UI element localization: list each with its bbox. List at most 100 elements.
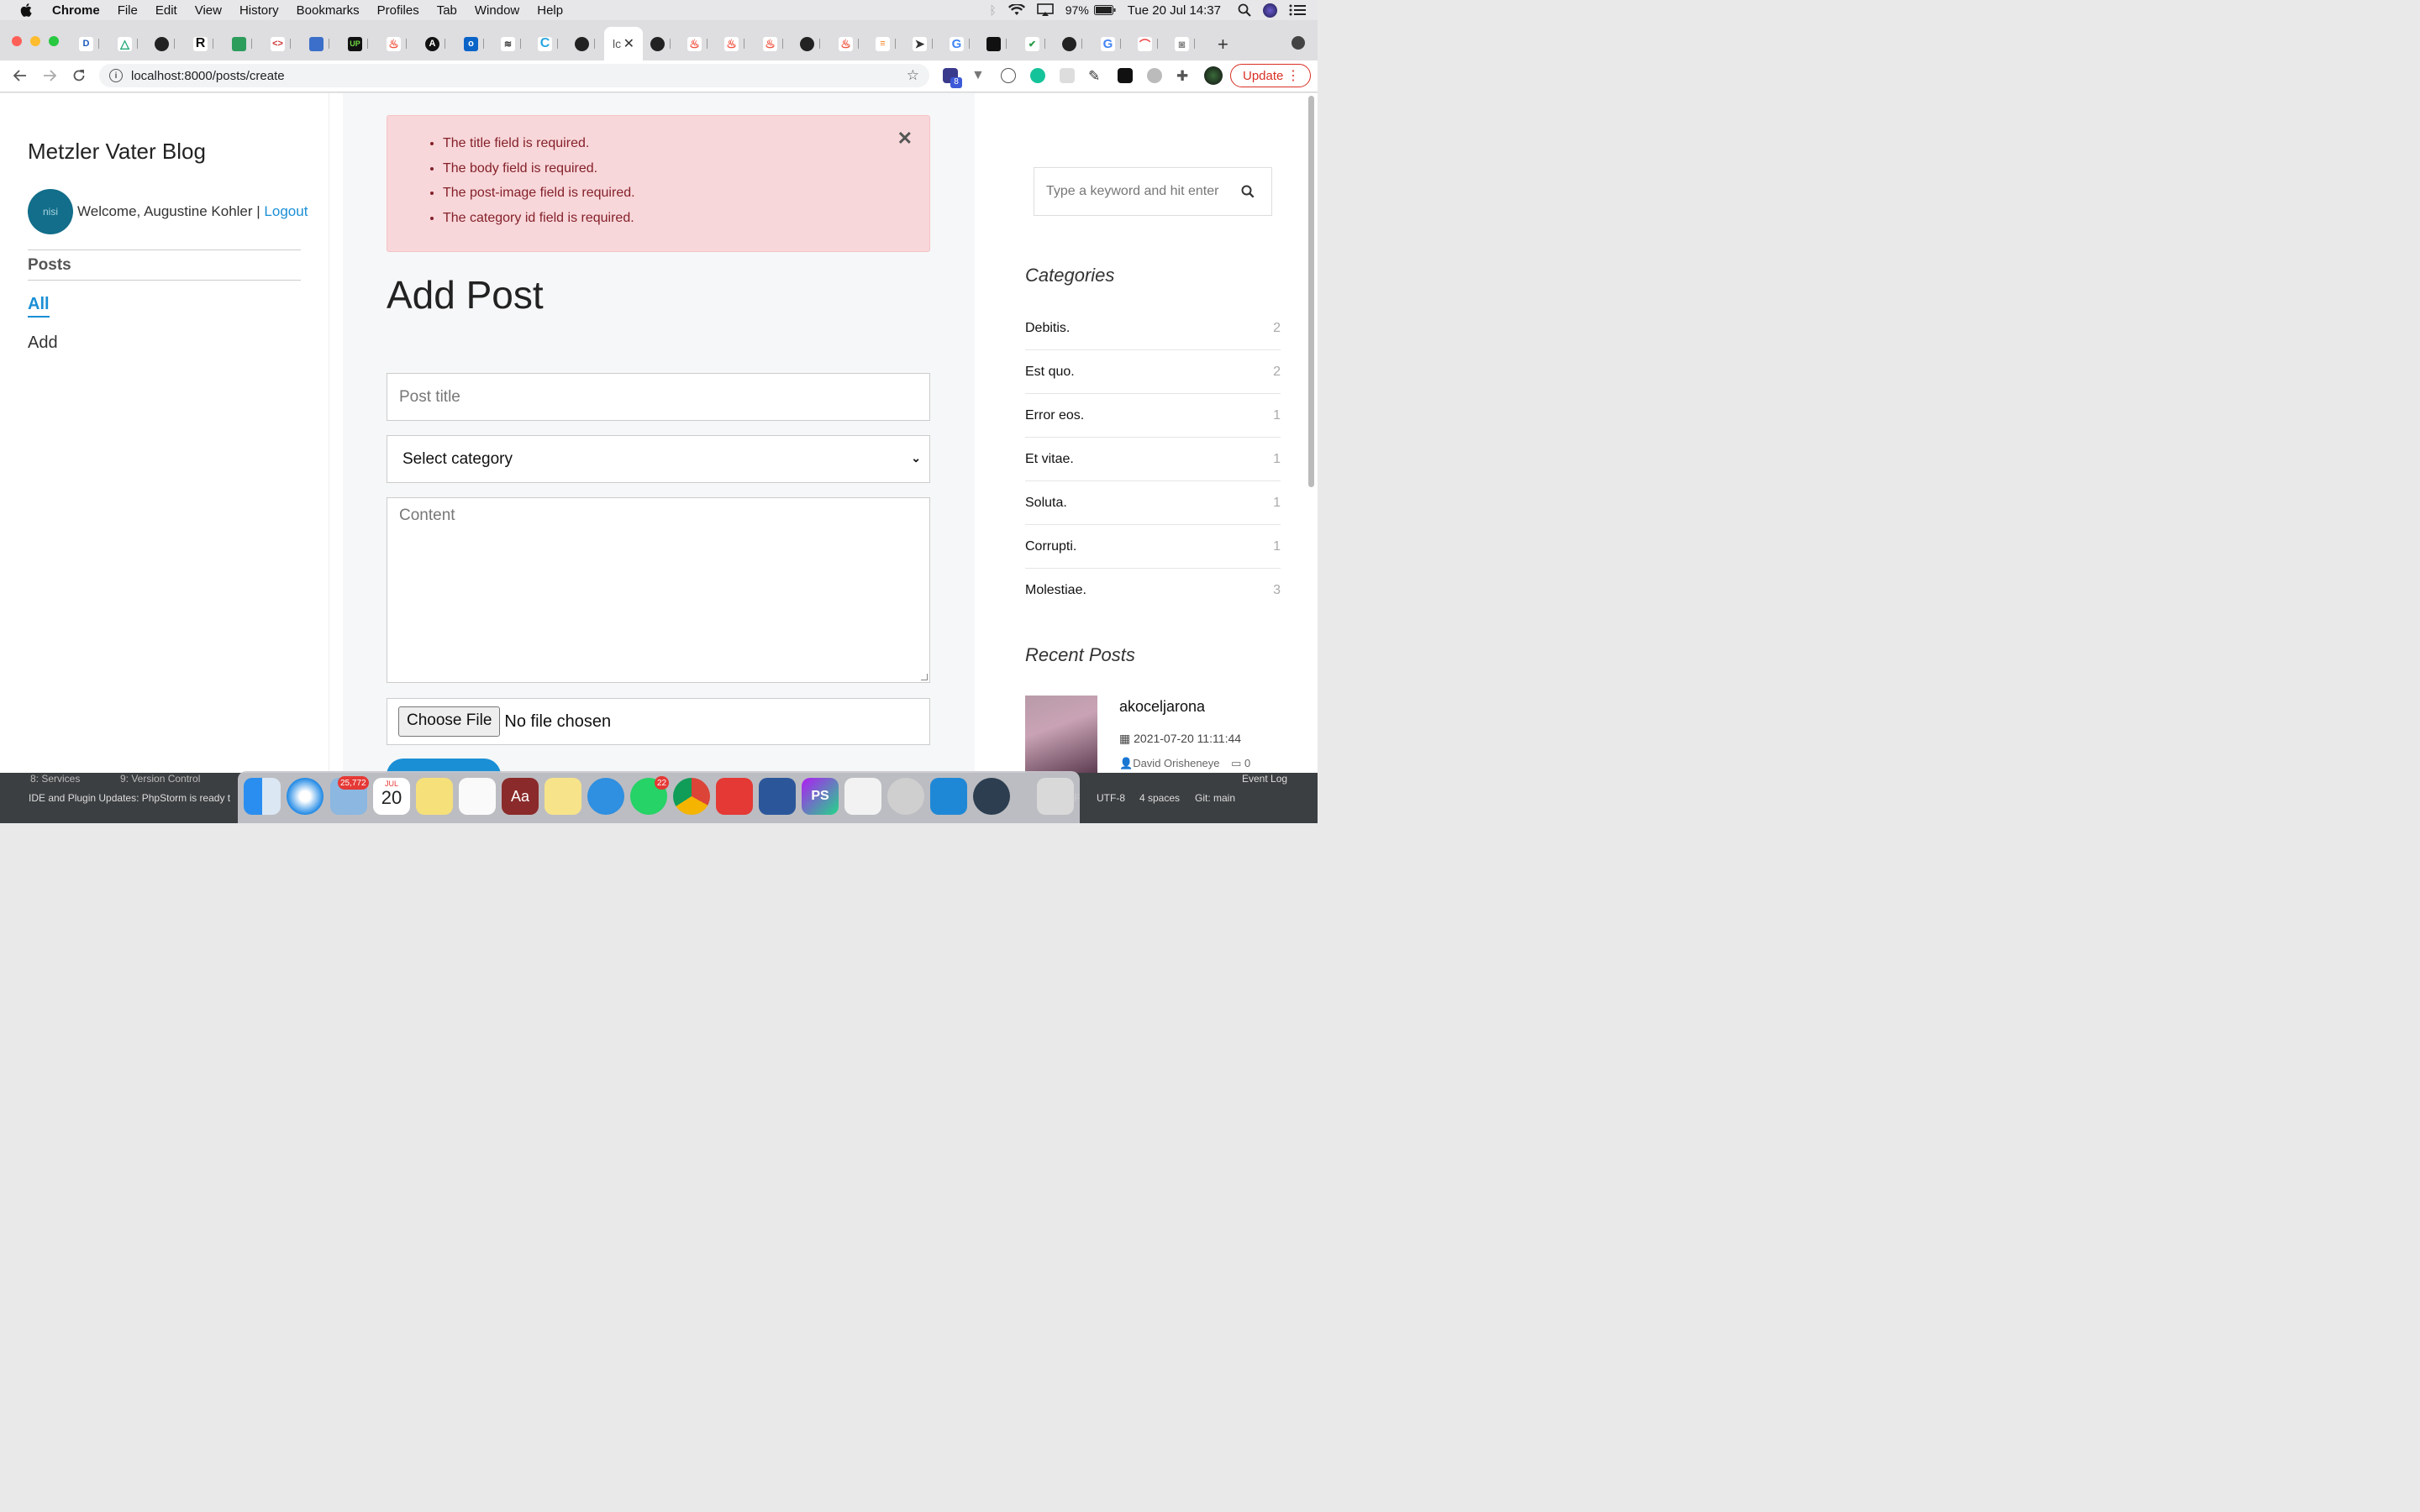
tab-search-icon[interactable] — [1292, 36, 1305, 50]
tab-close-icon[interactable]: ✕ — [623, 35, 634, 52]
dictionary-icon[interactable]: Aa — [502, 778, 539, 815]
ide-event-log[interactable]: Event Log — [1242, 773, 1287, 785]
category-item[interactable]: Soluta. 1 — [1025, 481, 1281, 525]
extension-v-icon[interactable]: ▼ — [971, 68, 986, 83]
update-button[interactable]: Update ⋮ — [1230, 64, 1311, 87]
bluetooth-icon[interactable]: ᛒ — [989, 3, 996, 17]
menu-tab[interactable]: Tab — [437, 3, 457, 18]
profile-avatar-icon[interactable] — [1204, 66, 1223, 85]
browser-tab[interactable] — [986, 34, 1015, 54]
browser-tab[interactable] — [232, 34, 260, 54]
battery-icon[interactable] — [1093, 5, 1116, 15]
browser-tab[interactable] — [155, 34, 183, 54]
safari-icon[interactable] — [287, 778, 324, 815]
spotlight-search-icon[interactable] — [1238, 3, 1251, 17]
choose-file-button[interactable]: Choose File — [398, 706, 501, 737]
pdf-icon[interactable] — [716, 778, 753, 815]
browser-tab[interactable]: ♨ — [724, 34, 753, 54]
extension-gray-icon[interactable] — [1060, 68, 1075, 83]
browser-tab[interactable]: D — [79, 34, 108, 54]
menu-history[interactable]: History — [239, 3, 279, 18]
new-tab-button[interactable]: + — [1218, 34, 1228, 55]
phpstorm-icon[interactable]: PS — [802, 778, 839, 815]
browser-tab[interactable]: UP — [348, 34, 376, 54]
window-close-button[interactable] — [12, 36, 22, 46]
browser-tab[interactable]: ✔ — [1025, 34, 1054, 54]
pencil-icon[interactable]: ✎ — [1088, 68, 1103, 84]
grammarly-icon[interactable] — [1030, 68, 1045, 83]
extension-code-icon[interactable] — [1001, 68, 1016, 83]
notification-center-icon[interactable] — [1289, 4, 1306, 16]
category-item[interactable]: Molestiae. 3 — [1025, 569, 1281, 612]
browser-tab[interactable]: ◙ — [1175, 34, 1203, 54]
browser-tab[interactable] — [650, 34, 679, 54]
menu-help[interactable]: Help — [537, 3, 563, 18]
window-maximize-button[interactable] — [49, 36, 59, 46]
quicktime-icon[interactable] — [973, 778, 1010, 815]
notes-icon[interactable] — [416, 778, 453, 815]
menu-file[interactable]: File — [118, 3, 138, 18]
forward-icon[interactable] — [41, 67, 58, 84]
vscode-icon[interactable] — [930, 778, 967, 815]
textedit-icon[interactable] — [844, 778, 881, 815]
logout-link[interactable]: Logout — [264, 203, 308, 219]
apple-icon[interactable] — [18, 2, 35, 18]
reminders-icon[interactable] — [459, 778, 496, 815]
category-name[interactable]: Debitis. — [1025, 321, 1070, 336]
browser-tab[interactable]: C — [538, 34, 566, 54]
sequel-icon[interactable] — [887, 778, 924, 815]
category-item[interactable]: Corrupti. 1 — [1025, 525, 1281, 569]
menu-edit[interactable]: Edit — [155, 3, 177, 18]
active-browser-tab[interactable]: lc ✕ — [604, 27, 643, 60]
search-input[interactable]: Type a keyword and hit enter — [1034, 167, 1272, 216]
simplenote-icon[interactable] — [587, 778, 624, 815]
category-select[interactable]: Select category ⌄ — [387, 435, 930, 483]
category-item[interactable]: Error eos. 1 — [1025, 394, 1281, 438]
browser-tab[interactable]: ≡ — [876, 34, 904, 54]
browser-tab[interactable]: A — [425, 34, 454, 54]
category-name[interactable]: Soluta. — [1025, 496, 1067, 511]
browser-tab[interactable]: o — [464, 34, 492, 54]
ide-services-tab[interactable]: 8: Services — [30, 773, 80, 785]
browser-tab[interactable]: ♨ — [839, 34, 867, 54]
category-name[interactable]: Et vitae. — [1025, 452, 1074, 467]
page-scrollbar[interactable] — [1308, 96, 1314, 487]
ide-encoding[interactable]: UTF-8 — [1097, 792, 1125, 804]
browser-tab[interactable]: <> — [271, 34, 299, 54]
recent-post-thumbnail[interactable] — [1025, 696, 1097, 773]
recent-post-title[interactable]: akoceljarona — [1119, 698, 1205, 716]
content-textarea[interactable]: Content — [387, 497, 930, 683]
browser-tab[interactable] — [1062, 34, 1091, 54]
browser-tab[interactable]: ♨ — [763, 34, 792, 54]
word-icon[interactable] — [759, 778, 796, 815]
airplay-icon[interactable] — [1036, 3, 1054, 17]
category-item[interactable]: Et vitae. 1 — [1025, 438, 1281, 481]
menu-view[interactable]: View — [195, 3, 222, 18]
browser-tab[interactable]: ≋ — [501, 34, 529, 54]
browser-tab[interactable]: ♨ — [387, 34, 415, 54]
search-icon[interactable] — [1241, 185, 1255, 198]
back-icon[interactable] — [12, 67, 29, 84]
category-item[interactable]: Est quo. 2 — [1025, 350, 1281, 394]
browser-tab[interactable] — [800, 34, 829, 54]
url-text[interactable]: localhost:8000/posts/create — [131, 69, 285, 83]
category-name[interactable]: Error eos. — [1025, 408, 1084, 423]
ide-indent[interactable]: 4 spaces — [1139, 792, 1180, 804]
browser-tab[interactable] — [309, 34, 338, 54]
chrome-icon[interactable] — [673, 778, 710, 815]
ide-git-branch[interactable]: Git: main — [1195, 792, 1235, 804]
browser-tab[interactable]: G — [950, 34, 978, 54]
browser-tab[interactable]: △ — [118, 34, 146, 54]
menu-bookmarks[interactable]: Bookmarks — [297, 3, 360, 18]
user-avatar-icon[interactable] — [1263, 3, 1277, 18]
browser-tab[interactable]: R — [193, 34, 222, 54]
category-name[interactable]: Corrupti. — [1025, 539, 1076, 554]
calendar-app-icon[interactable]: JUL 20 — [373, 778, 410, 815]
browser-tab[interactable]: ♨ — [687, 34, 716, 54]
site-info-icon[interactable]: i — [109, 69, 123, 82]
puzzle-extensions-icon[interactable]: ✚ — [1176, 68, 1192, 84]
category-name[interactable]: Molestiae. — [1025, 583, 1086, 598]
blog-name[interactable]: Metzler Vater Blog — [28, 139, 206, 165]
browser-tab[interactable]: ➤ — [913, 34, 941, 54]
play-icon[interactable] — [1118, 68, 1133, 83]
